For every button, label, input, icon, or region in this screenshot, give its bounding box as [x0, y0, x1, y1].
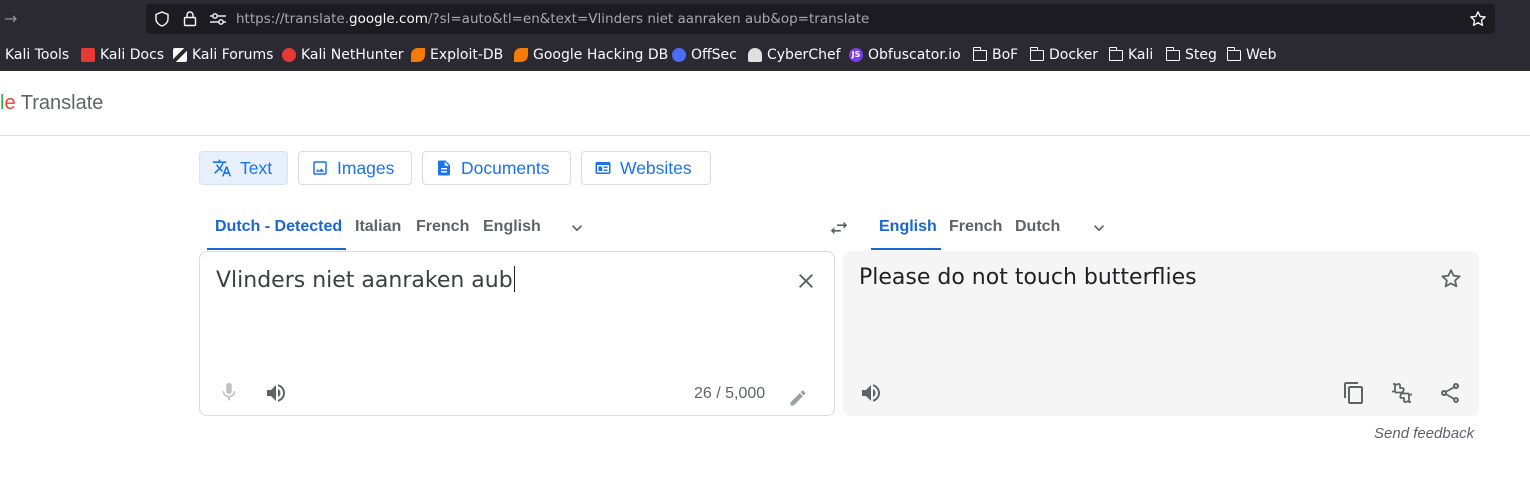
copy-translation-icon[interactable] — [1342, 381, 1366, 405]
lock-icon[interactable] — [182, 10, 198, 27]
listen-source-speaker-icon[interactable] — [264, 381, 288, 405]
folder-icon — [1108, 46, 1123, 61]
bookmark-offsec[interactable]: OffSec — [672, 45, 737, 65]
website-icon — [595, 162, 611, 174]
source-lang-italian[interactable]: Italian — [355, 210, 401, 250]
bookmark-folder-kali[interactable]: Kali — [1108, 45, 1154, 65]
exploit-db-icon — [411, 48, 425, 62]
bookmark-obfuscator[interactable]: JS Obfuscator.io — [849, 45, 961, 65]
bookmark-kali-tools[interactable]: Kali Tools — [5, 45, 69, 65]
bookmark-label: Google Hacking DB — [533, 47, 669, 63]
nethunter-icon — [282, 48, 296, 62]
permissions-icon[interactable] — [209, 12, 227, 26]
url-bar[interactable]: https://translate.google.com/?sl=auto&tl… — [146, 4, 1495, 34]
bookmark-label: CyberChef — [767, 47, 841, 63]
bookmark-exploit-db[interactable]: Exploit-DB — [411, 45, 503, 65]
source-text-wrap[interactable]: Vlinders niet aanraken aub — [216, 266, 516, 293]
source-lang-french[interactable]: French — [416, 210, 469, 250]
obfuscator-icon: JS — [849, 48, 863, 62]
translation-output-area: Please do not touch butterflies — [843, 251, 1479, 416]
translate-icon — [212, 159, 232, 177]
mode-documents-label: Documents — [461, 157, 550, 178]
mode-images-label: Images — [337, 157, 395, 178]
source-lang-english[interactable]: English — [483, 210, 541, 250]
bookmark-kali-nethunter[interactable]: Kali NetHunter — [282, 45, 403, 65]
send-feedback-link[interactable]: Send feedback — [1374, 425, 1474, 442]
bookmark-label: OffSec — [691, 47, 737, 63]
character-count: 26 / 5,000 — [694, 385, 766, 402]
bookmark-label: Kali Docs — [100, 47, 165, 63]
source-lang-detected[interactable]: Dutch - Detected — [207, 210, 346, 250]
clear-source-close-icon[interactable] — [794, 269, 818, 293]
bookmark-folder-docker[interactable]: Docker — [1029, 45, 1099, 65]
translation-text: Please do not touch butterflies — [859, 265, 1197, 290]
target-lang-french[interactable]: French — [949, 210, 1002, 250]
mode-websites-label: Websites — [620, 157, 692, 178]
translate-header: le Translate — [0, 71, 1530, 136]
url-host: google.com — [349, 11, 428, 27]
logo-letter-e: e — [4, 92, 16, 114]
bookmarks-toolbar: Kali Tools Kali Docs Kali Forums Kali Ne… — [0, 42, 1530, 68]
document-icon — [438, 160, 450, 176]
swap-languages-icon[interactable] — [828, 217, 850, 239]
share-translation-icon[interactable] — [1438, 381, 1462, 405]
text-caret — [513, 266, 516, 292]
bookmark-kali-forums[interactable]: Kali Forums — [173, 45, 273, 65]
microphone-icon[interactable] — [218, 381, 240, 403]
source-lang-more-chevron-down-icon[interactable] — [567, 218, 587, 238]
bookmark-label: Kali NetHunter — [301, 47, 404, 63]
bookmark-cyberchef[interactable]: CyberChef — [748, 45, 841, 65]
target-lang-dutch[interactable]: Dutch — [1015, 210, 1060, 250]
folder-icon — [1165, 46, 1180, 61]
mode-images-button[interactable]: Images — [298, 151, 412, 185]
target-lang-english[interactable]: English — [871, 210, 941, 250]
mode-documents-button[interactable]: Documents — [422, 151, 571, 185]
folder-icon — [972, 46, 987, 61]
url-prefix: https://translate. — [236, 11, 350, 27]
bookmark-folder-steg[interactable]: Steg — [1165, 45, 1217, 65]
shield-icon[interactable] — [154, 11, 170, 27]
product-name: Translate — [20, 92, 104, 114]
bookmark-label: Docker — [1049, 47, 1099, 63]
target-lang-more-chevron-down-icon[interactable] — [1089, 218, 1109, 238]
folder-icon — [1226, 46, 1241, 61]
forward-arrow-icon[interactable]: → — [4, 9, 24, 29]
folder-icon — [1029, 46, 1044, 61]
google-translate-logo[interactable]: le Translate — [0, 92, 103, 115]
bookmark-label: Steg — [1185, 47, 1217, 63]
url-suffix: /?sl=auto&tl=en&text=Vlinders niet aanra… — [427, 11, 870, 27]
kali-docs-icon — [81, 48, 95, 62]
source-text[interactable]: Vlinders niet aanraken aub — [216, 268, 513, 293]
mode-websites-button[interactable]: Websites — [581, 151, 711, 185]
bookmark-star-icon[interactable] — [1469, 10, 1487, 28]
bookmark-label: Kali Forums — [192, 47, 274, 63]
kali-forums-icon — [173, 48, 187, 62]
bookmark-label: Exploit-DB — [430, 47, 504, 63]
bookmark-label: Obfuscator.io — [868, 47, 961, 63]
bookmark-google-hacking-db[interactable]: Google Hacking DB — [514, 45, 668, 65]
offsec-icon — [672, 48, 686, 62]
ghdb-icon — [514, 48, 528, 62]
bookmark-kali-docs[interactable]: Kali Docs — [81, 45, 164, 65]
bookmark-label: Web — [1246, 47, 1277, 63]
url-text[interactable]: https://translate.google.com/?sl=auto&tl… — [236, 11, 869, 27]
bookmark-label: BoF — [992, 47, 1019, 63]
cyberchef-icon — [748, 48, 762, 62]
save-translation-star-icon[interactable] — [1439, 267, 1463, 291]
rate-translation-icon[interactable] — [1390, 381, 1414, 405]
source-text-area[interactable]: Vlinders niet aanraken aub 26 / 5,000 — [199, 251, 835, 416]
bookmark-label: Kali Tools — [5, 47, 70, 63]
browser-chrome: → https://translate.google.com/?sl=auto&… — [0, 0, 1530, 71]
mode-text-button[interactable]: Text — [199, 151, 288, 185]
bookmark-folder-bof[interactable]: BoF — [972, 45, 1019, 65]
handwrite-pencil-icon[interactable] — [788, 388, 808, 408]
mode-text-label: Text — [240, 157, 273, 178]
image-icon — [313, 161, 327, 175]
listen-translation-speaker-icon[interactable] — [859, 381, 883, 405]
bookmark-folder-web[interactable]: Web — [1226, 45, 1277, 65]
bookmark-label: Kali — [1128, 47, 1154, 63]
